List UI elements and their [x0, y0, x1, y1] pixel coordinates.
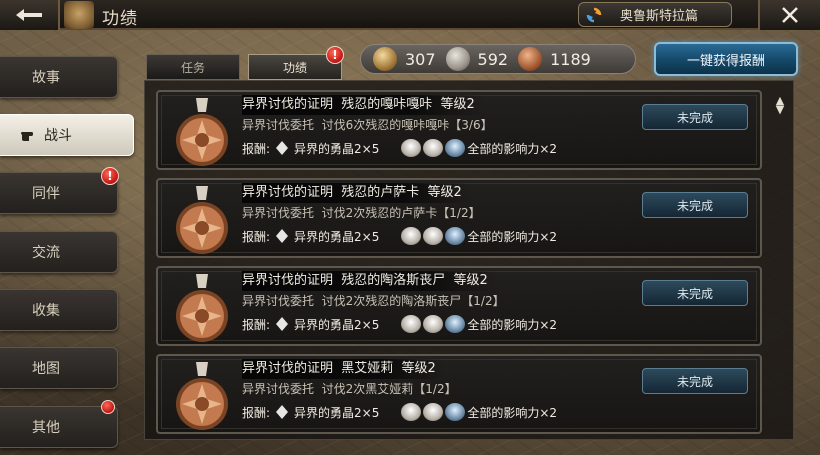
close-button[interactable] — [758, 0, 820, 30]
back-arrow-icon — [16, 9, 42, 21]
mission-title: 异界讨伐的证明 黑艾娅莉 等级2 — [242, 359, 444, 379]
sidebar-other-alert-badge — [101, 400, 115, 414]
sidebar-item-label: 地图 — [32, 361, 60, 377]
medal-icon — [176, 98, 228, 166]
medal-icon — [176, 274, 228, 342]
sidebar-item-companion[interactable]: 同伴 — [0, 172, 118, 214]
crystal-icon — [276, 229, 289, 243]
medal-icon — [176, 362, 228, 430]
sidebar-item-interaction[interactable]: 交流 — [0, 231, 118, 273]
pointing-hand-icon — [21, 132, 33, 141]
mission-reward: 报酬: 异界的勇晶2×5 全部的影响力×2 — [242, 139, 557, 157]
influence-emblem-icon — [423, 227, 444, 245]
mission-status-button[interactable]: 未完成 — [642, 280, 748, 306]
mission-title: 异界讨伐的证明 残忍的嘎咔嘎咔 等级2 — [242, 95, 483, 115]
crystal-icon — [276, 141, 289, 155]
mission-reward: 报酬: 异界的勇晶2×5 全部的影响力×2 — [242, 227, 557, 245]
influence-emblem-icon — [401, 227, 422, 245]
sidebar-item-label: 战斗 — [44, 128, 72, 144]
influence-emblem-icon — [423, 403, 444, 421]
scenario-label: 奥鲁斯特拉篇 — [620, 9, 699, 24]
influence-emblem-icon — [445, 139, 466, 157]
currency-bar: 307 592 1189 — [360, 44, 636, 74]
mission-status-button[interactable]: 未完成 — [642, 368, 748, 394]
sidebar-item-label: 收集 — [32, 303, 60, 319]
influence-emblem-icon — [401, 315, 422, 333]
mission-row: 异界讨伐的证明 残忍的陶洛斯丧尸 等级2 异界讨伐委托 讨伐2次残忍的陶洛斯丧尸… — [156, 266, 762, 346]
mission-reward: 报酬: 异界的勇晶2×5 全部的影响力×2 — [242, 403, 557, 421]
medal-icon — [176, 186, 228, 254]
bronze-count: 1189 — [550, 49, 591, 69]
mission-title: 异界讨伐的证明 残忍的卢萨卡 等级2 — [242, 183, 470, 203]
mission-description: 异界讨伐委托 讨伐2次残忍的卢萨卡【1/2】 — [242, 206, 481, 220]
sidebar-item-label: 交流 — [32, 245, 60, 261]
mission-description: 异界讨伐委托 讨伐2次黑艾娅莉【1/2】 — [242, 382, 457, 396]
sidebar-item-label: 故事 — [32, 70, 60, 86]
mission-reward: 报酬: 异界的勇晶2×5 全部的影响力×2 — [242, 315, 557, 333]
sidebar-companion-alert-badge: ! — [101, 167, 119, 185]
sidebar-item-story[interactable]: 故事 — [0, 56, 118, 98]
bronze-medal-icon — [518, 47, 543, 71]
sidebar-item-map[interactable]: 地图 — [0, 347, 118, 389]
switch-icon — [586, 7, 602, 22]
influence-emblem-icon — [423, 139, 444, 157]
influence-emblem-icon — [445, 227, 466, 245]
silver-count: 592 — [477, 49, 509, 69]
sidebar-item-other[interactable]: 其他 — [0, 406, 118, 448]
gold-count: 307 — [405, 49, 436, 69]
mission-row: 异界讨伐的证明 残忍的卢萨卡 等级2 异界讨伐委托 讨伐2次残忍的卢萨卡【1/2… — [156, 178, 762, 258]
mission-description: 异界讨伐委托 讨伐2次残忍的陶洛斯丧尸【1/2】 — [242, 294, 505, 308]
influence-emblem-icon — [401, 403, 422, 421]
mission-row: 异界讨伐的证明 残忍的嘎咔嘎咔 等级2 异界讨伐委托 讨伐6次残忍的嘎咔嘎咔【3… — [156, 90, 762, 170]
sidebar-item-battle[interactable]: 战斗 — [0, 114, 134, 156]
mission-status-button[interactable]: 未完成 — [642, 192, 748, 218]
claim-all-rewards-button[interactable]: 一键获得报酬 — [654, 42, 798, 76]
sidebar-item-label: 其他 — [32, 420, 60, 436]
sidebar-item-label: 同伴 — [32, 186, 60, 202]
mission-description: 异界讨伐委托 讨伐6次残忍的嘎咔嘎咔【3/6】 — [242, 118, 493, 132]
tab-tasks[interactable]: 任务 — [146, 54, 240, 80]
tab-achievements-alert-badge: ! — [326, 46, 344, 64]
mission-status-button[interactable]: 未完成 — [642, 104, 748, 130]
title-emblem-icon — [64, 1, 94, 29]
crystal-icon — [276, 317, 289, 331]
close-icon — [782, 7, 798, 23]
influence-emblem-icon — [423, 315, 444, 333]
silver-medal-icon — [445, 47, 470, 71]
influence-emblem-icon — [445, 315, 466, 333]
scenario-switch-button[interactable]: 奥鲁斯特拉篇 — [578, 2, 732, 27]
influence-emblem-icon — [445, 403, 466, 421]
influence-emblem-icon — [401, 139, 422, 157]
mission-title: 异界讨伐的证明 残忍的陶洛斯丧尸 等级2 — [242, 271, 496, 291]
back-button[interactable] — [0, 0, 60, 30]
mission-row: 异界讨伐的证明 黑艾娅莉 等级2 异界讨伐委托 讨伐2次黑艾娅莉【1/2】 报酬… — [156, 354, 762, 434]
gold-medal-icon — [373, 47, 397, 71]
page-title: 功绩 — [102, 9, 138, 29]
sidebar-item-collection[interactable]: 收集 — [0, 289, 118, 331]
crystal-icon — [276, 405, 289, 419]
scroll-indicator-icon[interactable]: ▲ ▼ — [774, 95, 786, 115]
